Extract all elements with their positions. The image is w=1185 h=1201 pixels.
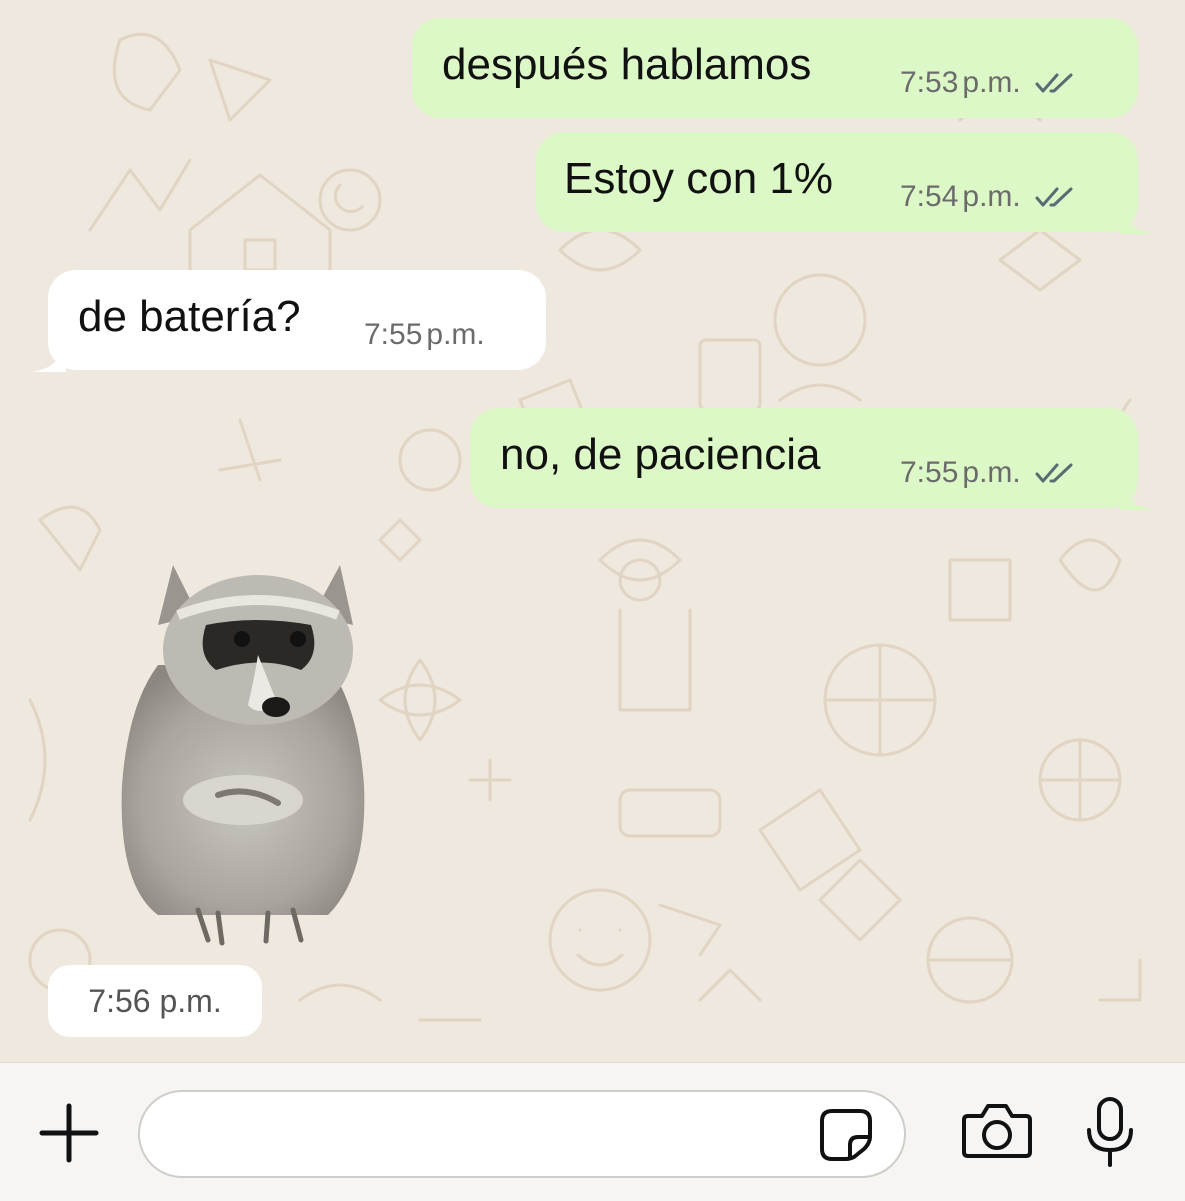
raccoon-sticker[interactable]	[118, 555, 370, 950]
message-text: Estoy con 1%	[564, 154, 834, 203]
message-text: no, de paciencia	[500, 430, 821, 479]
microphone-icon[interactable]	[1084, 1096, 1136, 1168]
message-bubble-outgoing[interactable]: Estoy con 1% 7:54 p.m.	[536, 132, 1154, 234]
message-ampm: p.m.	[962, 180, 1021, 213]
bubble-tail	[32, 338, 66, 372]
message-text: después hablamos	[442, 40, 812, 89]
double-check-icon	[1035, 187, 1073, 207]
message-input[interactable]	[138, 1090, 906, 1178]
camera-icon[interactable]	[960, 1102, 1034, 1160]
message-time: 7:55	[900, 456, 959, 489]
sticker-icon[interactable]	[818, 1107, 874, 1163]
message-timestamp: 7:54 p.m.	[900, 180, 1077, 214]
message-ampm: p.m.	[426, 318, 485, 351]
message-text: de batería?	[78, 292, 301, 341]
message-ampm: p.m.	[962, 66, 1021, 99]
bubble-tail	[1120, 200, 1154, 234]
message-bubble-outgoing[interactable]: después hablamos 7:53 p.m.	[412, 18, 1138, 118]
bubble-tail	[1120, 476, 1154, 510]
message-time: 7:53	[900, 66, 959, 99]
message-time: 7:54	[900, 180, 959, 213]
double-check-icon	[1035, 463, 1073, 483]
message-timestamp: 7:55 p.m.	[364, 318, 485, 352]
message-timestamp: 7:55 p.m.	[900, 456, 1077, 490]
sticker-timestamp: 7:56 p.m.	[48, 965, 262, 1037]
message-ampm: p.m.	[962, 456, 1021, 489]
message-bubble-incoming[interactable]: de batería? 7:55 p.m.	[32, 270, 546, 372]
message-bubble-outgoing[interactable]: no, de paciencia 7:55 p.m.	[470, 408, 1154, 510]
message-time: 7:55	[364, 318, 423, 351]
double-check-icon	[1035, 73, 1073, 93]
plus-icon[interactable]	[36, 1100, 102, 1166]
message-timestamp: 7:53 p.m.	[900, 66, 1077, 100]
